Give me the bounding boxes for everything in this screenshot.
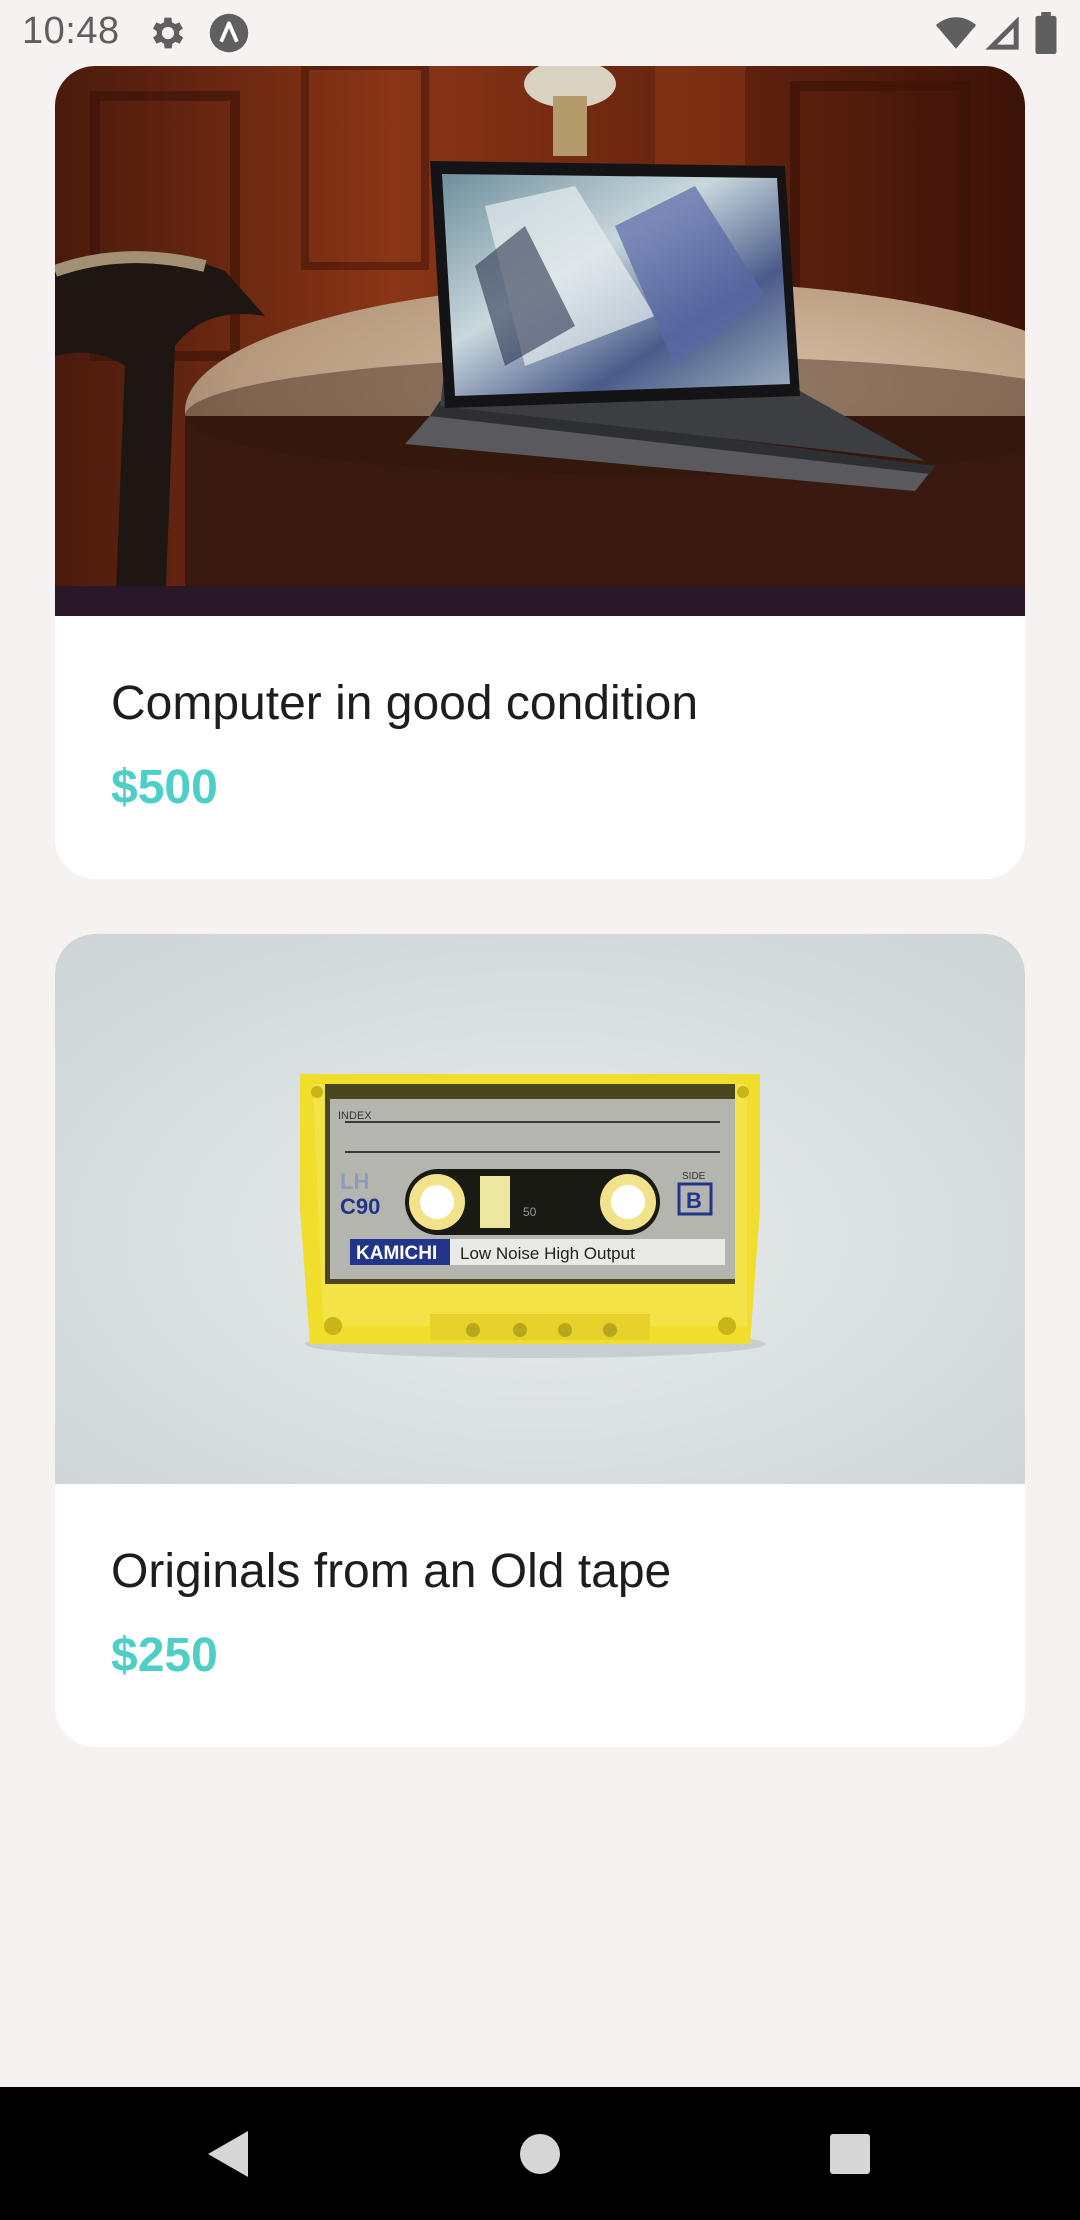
navigation-bar (0, 2087, 1080, 2220)
cassette-c90-label: C90 (340, 1194, 380, 1219)
cassette-brand: KAMICHI (356, 1243, 437, 1264)
cassette-index-label: INDEX (338, 1110, 372, 1122)
wifi-icon (934, 12, 978, 54)
cassette-side-label: SIDE (682, 1171, 706, 1182)
cassette-tagline: Low Noise High Output (460, 1244, 635, 1263)
cellular-signal-icon (982, 12, 1024, 54)
listing-price: $250 (111, 1629, 218, 1682)
listing-price: $500 (111, 761, 218, 814)
cassette-counter: 50 (523, 1205, 537, 1219)
yellow-cassette-tape-photo: INDEX LH C90 50 SIDE B KAMICHI Low Noise… (55, 934, 1025, 1484)
battery-icon (1034, 12, 1058, 54)
listing-card[interactable]: INDEX LH C90 50 SIDE B KAMICHI Low Noise… (55, 934, 1025, 1747)
recents-button[interactable] (790, 2087, 910, 2220)
status-time: 10:48 (22, 10, 120, 52)
gear-icon (147, 12, 189, 54)
recents-icon (830, 2133, 870, 2174)
status-bar: 10:48 (0, 0, 1080, 66)
laptop-on-table-photo (55, 66, 1025, 616)
cassette-lh-label: LH (340, 1169, 369, 1194)
cassette-side-letter: B (686, 1188, 702, 1213)
home-button[interactable] (480, 2087, 600, 2220)
listing-title: Computer in good condition (111, 677, 699, 730)
home-icon (520, 2133, 560, 2174)
back-icon (208, 2130, 248, 2177)
back-button[interactable] (167, 2087, 287, 2220)
listing-card[interactable]: Computer in good condition $500 (55, 66, 1025, 879)
app-a-icon (208, 12, 250, 54)
listing-title: Originals from an Old tape (111, 1545, 672, 1598)
